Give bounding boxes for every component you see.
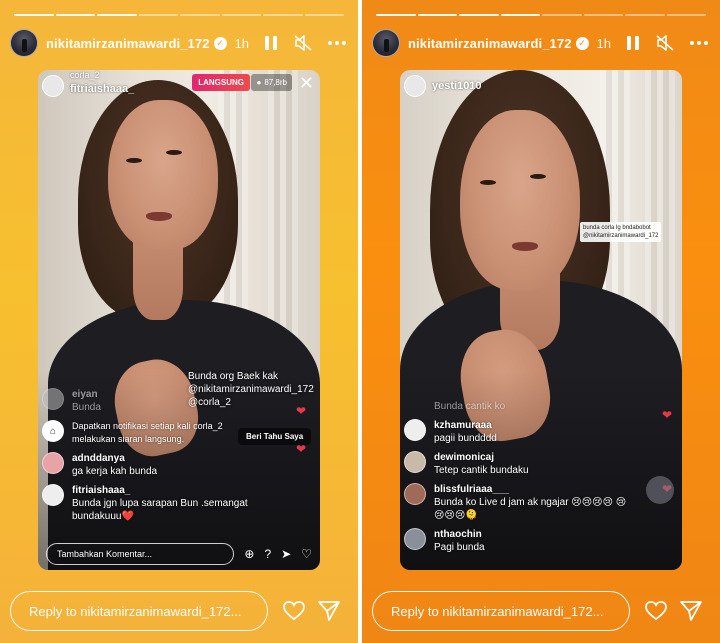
- live-badge: LANGSUNG: [192, 74, 250, 91]
- story-viewer: nikitamirzanimawardi_172 ✓ 1h corla_2 fi…: [0, 0, 720, 643]
- add-icon[interactable]: ⊕: [244, 547, 254, 561]
- close-icon[interactable]: ✕: [299, 74, 314, 92]
- post-time: 1h: [234, 35, 249, 51]
- reply-input[interactable]: Reply to nikitamirzanimawardi_172...: [10, 591, 268, 631]
- share-icon[interactable]: ➤: [281, 547, 291, 561]
- live-comment-input[interactable]: Tambahkan Komentar...: [46, 543, 235, 565]
- avatar[interactable]: [372, 29, 400, 57]
- bell-icon: ⌂: [42, 420, 64, 442]
- send-icon[interactable]: [680, 601, 702, 621]
- viewer-count: ● 87,8rb: [251, 74, 292, 91]
- eye-icon: ●: [256, 78, 262, 87]
- pause-icon[interactable]: [264, 35, 278, 51]
- live-screenshot: corla_2 fitriaishaaa_ LANGSUNG ● 87,8rb ✕…: [38, 70, 320, 570]
- list-item: fitriaishaaa_ Bunda jgn lupa sarapan Bun …: [42, 484, 280, 523]
- story-progress: [376, 14, 706, 16]
- live-host-name[interactable]: yesti1010: [432, 80, 482, 92]
- story-right[interactable]: nikitamirzanimawardi_172 ✓ 1h yesti1010 …: [362, 0, 720, 643]
- live-comments: eiyan Bunda ⌂ Dapatkan notifikasi setiap …: [42, 388, 280, 529]
- live-host-avatar[interactable]: [42, 75, 64, 97]
- list-item: Bunda cantik ko: [434, 401, 506, 412]
- live-host-name[interactable]: fitriaishaaa_: [70, 83, 134, 95]
- more-options-icon[interactable]: [328, 41, 346, 45]
- sticker-note: bunda corla lg bndabobot @nikitamirzanim…: [580, 222, 662, 242]
- avatar: [42, 484, 64, 506]
- story-header: nikitamirzanimawardi_172 ✓ 1h: [372, 26, 708, 60]
- verified-badge-icon: ✓: [575, 36, 589, 50]
- reply-input[interactable]: Reply to nikitamirzanimawardi_172...: [372, 591, 630, 631]
- avatar: [404, 528, 426, 550]
- send-icon[interactable]: [318, 601, 340, 621]
- heart-icon: ❤: [662, 408, 673, 422]
- live-header: yesti1010: [404, 74, 678, 98]
- username[interactable]: nikitamirzanimawardi_172: [46, 36, 210, 51]
- story-header: nikitamirzanimawardi_172 ✓ 1h: [10, 26, 346, 60]
- like-icon[interactable]: [645, 601, 667, 621]
- list-item: kzhamuraaa pagii bundddd: [404, 419, 632, 445]
- avatar: [42, 452, 64, 474]
- live-host-sub: corla_2: [70, 70, 100, 80]
- avatar: [404, 451, 426, 473]
- like-icon[interactable]: [283, 601, 305, 621]
- heart-icon: ❤: [296, 404, 307, 418]
- live-comments: Bunda cantik ko kzhamuraaa pagii bundddd …: [404, 400, 632, 560]
- post-time: 1h: [596, 35, 611, 51]
- story-left[interactable]: nikitamirzanimawardi_172 ✓ 1h corla_2 fi…: [0, 0, 358, 643]
- list-item: nthaochin Pagi bunda: [404, 528, 632, 554]
- question-icon[interactable]: ?: [264, 547, 271, 561]
- notify-me-button[interactable]: Beri Tahu Saya: [238, 428, 312, 445]
- username[interactable]: nikitamirzanimawardi_172: [408, 36, 572, 51]
- more-options-icon[interactable]: [690, 41, 708, 45]
- list-item: adnddanya ga kerja kah bunda: [42, 452, 280, 478]
- verified-badge-icon: ✓: [213, 36, 227, 50]
- pause-icon[interactable]: [626, 35, 640, 51]
- list-item: eiyan Bunda: [42, 388, 280, 414]
- avatar: [404, 419, 426, 441]
- list-item: dewimonicaj Tetep cantik bundaku: [404, 451, 632, 477]
- mute-icon[interactable]: [294, 35, 312, 51]
- story-progress: [14, 14, 344, 16]
- heart-icon[interactable]: ♡: [301, 547, 312, 561]
- list-item: blissfulriaaa___ Bunda ko Live d jam ak n…: [404, 483, 632, 522]
- live-comment-bar: Tambahkan Komentar... ⊕ ? ➤ ♡: [46, 542, 312, 566]
- live-host-avatar[interactable]: [404, 75, 426, 97]
- avatar[interactable]: [10, 29, 38, 57]
- mute-icon[interactable]: [656, 35, 674, 51]
- live-screenshot: yesti1010 bunda corla lg bndabobot @niki…: [400, 70, 682, 570]
- floating-reaction-icon: [646, 476, 674, 504]
- avatar: [404, 483, 426, 505]
